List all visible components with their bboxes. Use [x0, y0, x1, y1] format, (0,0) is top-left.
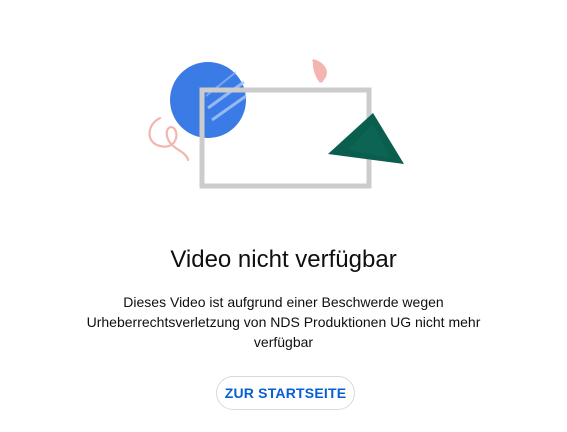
blue-circle-icon — [170, 62, 247, 138]
go-home-button[interactable]: ZUR STARTSEITE — [216, 376, 355, 410]
green-triangle-icon — [328, 113, 404, 164]
unavailable-illustration — [148, 59, 404, 189]
unavailable-video-page: Video nicht verfügbar Dieses Video ist a… — [0, 0, 567, 432]
error-message: Dieses Video ist aufgrund einer Beschwer… — [86, 294, 481, 350]
pink-half-circle-icon — [312, 59, 327, 83]
page-title: Video nicht verfügbar — [170, 246, 397, 273]
